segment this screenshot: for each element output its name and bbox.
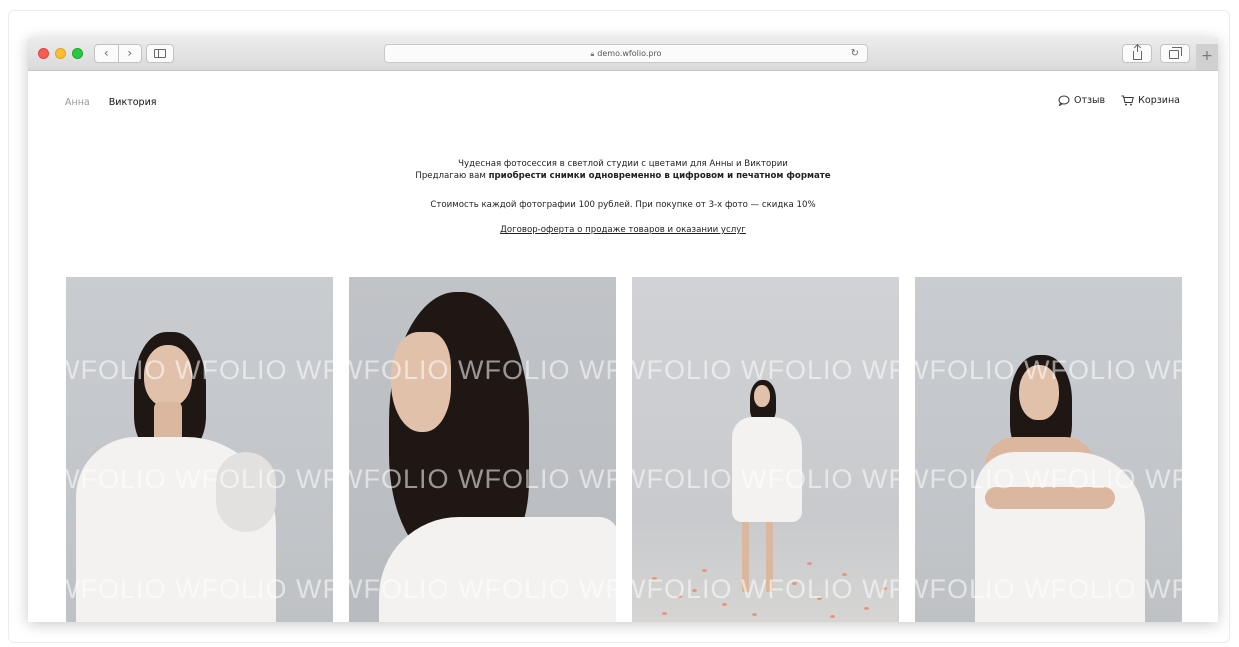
gallery-photo-1[interactable]: WFOLIO WFOLIO WFOLIO WFOLIO WFOLIO WFOLI… xyxy=(66,277,333,622)
feedback-link[interactable]: Отзыв xyxy=(1058,95,1105,106)
contract-offer-link[interactable]: Договор-оферта о продаже товаров и оказа… xyxy=(500,225,746,235)
nav-item-viktoria[interactable]: Виктория xyxy=(109,97,157,108)
maximize-window-button[interactable] xyxy=(72,48,83,59)
nav-item-anna[interactable]: Анна xyxy=(65,97,90,108)
tabs-overview-button[interactable] xyxy=(1160,44,1190,63)
description-line-1: Чудесная фотосессия в светлой студии с ц… xyxy=(458,159,788,169)
browser-toolbar: ‹ › 🔒︎ demo.wfolio.pro ↻ + xyxy=(28,38,1218,71)
header-actions: Отзыв Корзина xyxy=(1058,95,1180,106)
new-tab-button[interactable]: + xyxy=(1196,44,1218,70)
sidebar-icon xyxy=(154,49,166,58)
gallery-photo-4[interactable]: WFOLIO WFOLIO WFOLIO WFOLIO WFOLIO WFOLI… xyxy=(915,277,1182,622)
album-nav: Анна Виктория xyxy=(65,97,172,108)
cart-link[interactable]: Корзина xyxy=(1121,95,1180,106)
url-text: demo.wfolio.pro xyxy=(597,49,662,58)
share-icon xyxy=(1132,44,1142,60)
price-info: Стоимость каждой фотографии 100 рублей. … xyxy=(430,200,816,210)
tabs-icon xyxy=(1169,47,1182,59)
album-description: Чудесная фотосессия в светлой студии с ц… xyxy=(28,158,1218,182)
description-line-2: Предлагаю вам приобрести снимки одноврем… xyxy=(415,171,831,181)
reload-icon[interactable]: ↻ xyxy=(851,45,859,62)
browser-window: ‹ › 🔒︎demo.wfolio.pro ↻ + Анна Виктория xyxy=(28,38,1218,622)
speech-bubble-icon xyxy=(1058,95,1070,106)
share-button[interactable] xyxy=(1122,44,1152,63)
cart-icon xyxy=(1121,95,1134,106)
address-bar[interactable]: 🔒︎ demo.wfolio.pro ↻ xyxy=(384,44,868,63)
sidebar-toggle-button[interactable] xyxy=(146,44,174,63)
lock-icon: 🔒︎ xyxy=(590,50,595,58)
gallery-photo-2[interactable]: WFOLIO WFOLIO WFOLIO WFOLIO WFOLIO WFOLI… xyxy=(349,277,616,622)
close-window-button[interactable] xyxy=(38,48,49,59)
gallery-photo-3[interactable]: WFOLIO WFOLIO WFOLIO WFOLIO WFOLIO WFOLI… xyxy=(632,277,899,622)
photo-gallery: WFOLIO WFOLIO WFOLIO WFOLIO WFOLIO WFOLI… xyxy=(66,277,1182,622)
minimize-window-button[interactable] xyxy=(55,48,66,59)
cart-label: Корзина xyxy=(1138,95,1180,106)
navigation-buttons: ‹ › xyxy=(94,44,142,63)
feedback-label: Отзыв xyxy=(1073,95,1106,106)
forward-button[interactable]: › xyxy=(119,45,142,62)
description-highlight: приобрести снимки одновременно в цифрово… xyxy=(488,171,831,181)
back-button[interactable]: ‹ xyxy=(95,45,119,62)
